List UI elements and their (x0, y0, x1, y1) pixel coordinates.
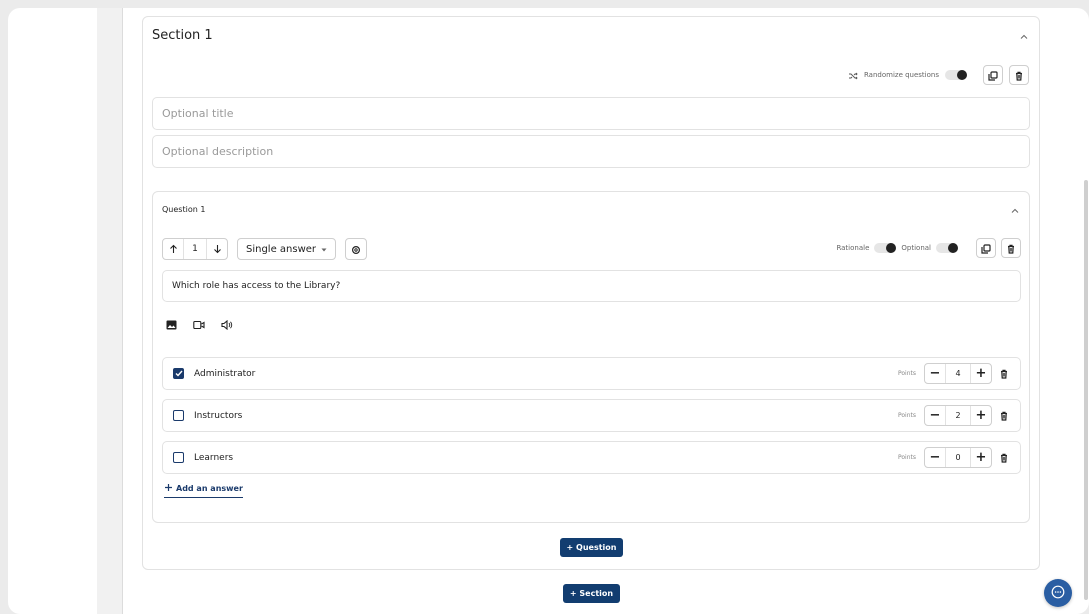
points-stepper: − 2 + (924, 405, 992, 426)
trash-icon (999, 364, 1009, 383)
trash-icon (999, 448, 1009, 467)
minus-icon[interactable]: − (925, 406, 945, 425)
chat-icon (1051, 584, 1065, 603)
shuffle-icon (848, 66, 858, 85)
audio-icon[interactable] (221, 315, 233, 334)
video-icon[interactable] (193, 315, 205, 334)
duplicate-section-button[interactable] (983, 65, 1003, 85)
chevron-up-icon[interactable] (1019, 32, 1029, 42)
randomize-toggle[interactable] (945, 70, 967, 80)
question-order-value[interactable]: 1 (183, 239, 207, 259)
answer-checkbox[interactable] (173, 452, 184, 463)
section-card: Section 1 Randomize questions Optional t… (142, 16, 1040, 570)
answer-label[interactable]: Instructors (194, 411, 898, 421)
points-label: Points (897, 454, 916, 461)
section-toolbar: Randomize questions (848, 65, 1029, 85)
plus-icon[interactable]: + (971, 364, 991, 383)
copy-icon (988, 66, 998, 85)
answer-label[interactable]: Administrator (194, 369, 898, 379)
image-icon[interactable] (166, 315, 177, 334)
trash-icon (1014, 66, 1024, 85)
rationale-label: Rationale (836, 244, 870, 252)
points-stepper: − 4 + (924, 363, 992, 384)
chevron-up-icon[interactable] (1010, 206, 1020, 216)
answer-row: Instructors Points − 2 + (162, 399, 1021, 432)
optional-label: Optional (901, 244, 931, 252)
points-value[interactable]: 0 (945, 448, 971, 467)
delete-answer-button[interactable] (998, 452, 1010, 464)
gear-icon (351, 240, 361, 259)
duplicate-question-button[interactable] (976, 238, 996, 258)
left-gutter (97, 8, 123, 614)
plus-icon[interactable]: + (971, 406, 991, 425)
question-prompt-input[interactable]: Which role has access to the Library? (162, 270, 1021, 302)
minus-icon[interactable]: − (925, 448, 945, 467)
plus-icon (164, 483, 173, 494)
question-card: Question 1 1 Single answer Rationale Opt… (152, 191, 1030, 523)
delete-question-button[interactable] (1001, 238, 1021, 258)
scrollbar[interactable] (1084, 180, 1088, 600)
arrow-up-icon[interactable] (163, 239, 183, 259)
media-toolbar (166, 315, 233, 334)
answer-label[interactable]: Learners (194, 453, 898, 463)
question-title: Question 1 (162, 205, 206, 214)
add-answer-link[interactable]: Add an answer (164, 483, 243, 498)
arrow-down-icon[interactable] (207, 239, 227, 259)
add-answer-label: Add an answer (176, 484, 243, 493)
minus-icon[interactable]: − (925, 364, 945, 383)
section-title-input[interactable]: Optional title (152, 97, 1030, 130)
chat-button[interactable] (1044, 579, 1072, 607)
randomize-label: Randomize questions (863, 71, 939, 79)
answer-row: Learners Points − 0 + (162, 441, 1021, 474)
answer-row: Administrator Points − 4 + (162, 357, 1021, 390)
caret-down-icon (321, 244, 327, 255)
points-value[interactable]: 4 (945, 364, 971, 383)
points-label: Points (897, 370, 916, 377)
question-type-select[interactable]: Single answer (237, 238, 337, 260)
copy-icon (981, 239, 991, 258)
question-toolbar: 1 Single answer (162, 238, 368, 260)
points-stepper: − 0 + (924, 447, 992, 468)
delete-answer-button[interactable] (998, 368, 1010, 380)
question-type-label: Single answer (246, 243, 317, 255)
add-section-button[interactable]: + Section (563, 584, 620, 603)
points-value[interactable]: 2 (945, 406, 971, 425)
section-title: Section 1 (152, 28, 213, 43)
answer-checkbox-checked[interactable] (173, 368, 184, 379)
question-options: Rationale Optional (836, 238, 1021, 258)
plus-icon[interactable]: + (971, 448, 991, 467)
delete-section-button[interactable] (1009, 65, 1029, 85)
trash-icon (999, 406, 1009, 425)
delete-answer-button[interactable] (998, 410, 1010, 422)
add-question-button[interactable]: + Question (560, 538, 623, 557)
trash-icon (1006, 239, 1016, 258)
points-label: Points (897, 412, 916, 419)
optional-toggle[interactable] (936, 243, 958, 253)
rationale-toggle[interactable] (874, 243, 897, 253)
answer-checkbox[interactable] (173, 410, 184, 421)
question-order-stepper: 1 (162, 238, 228, 260)
question-settings-button[interactable] (345, 238, 368, 260)
section-description-input[interactable]: Optional description (152, 135, 1030, 168)
